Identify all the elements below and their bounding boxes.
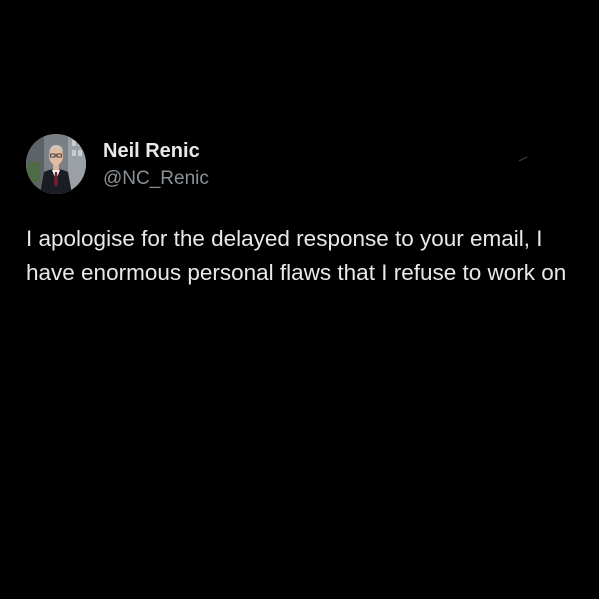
author-names: Neil Renic @NC_Renic xyxy=(103,139,209,190)
avatar[interactable] xyxy=(26,134,86,194)
corner-mark-icon xyxy=(518,156,528,162)
profile-photo-icon xyxy=(26,134,86,194)
author-display-name[interactable]: Neil Renic xyxy=(103,139,209,163)
tweet-card: Neil Renic @NC_Renic I apologise for the… xyxy=(26,134,576,285)
author-handle[interactable]: @NC_Renic xyxy=(103,168,209,190)
tweet-text: I apologise for the delayed response to … xyxy=(26,226,567,285)
tweet-author: Neil Renic @NC_Renic xyxy=(26,134,576,196)
